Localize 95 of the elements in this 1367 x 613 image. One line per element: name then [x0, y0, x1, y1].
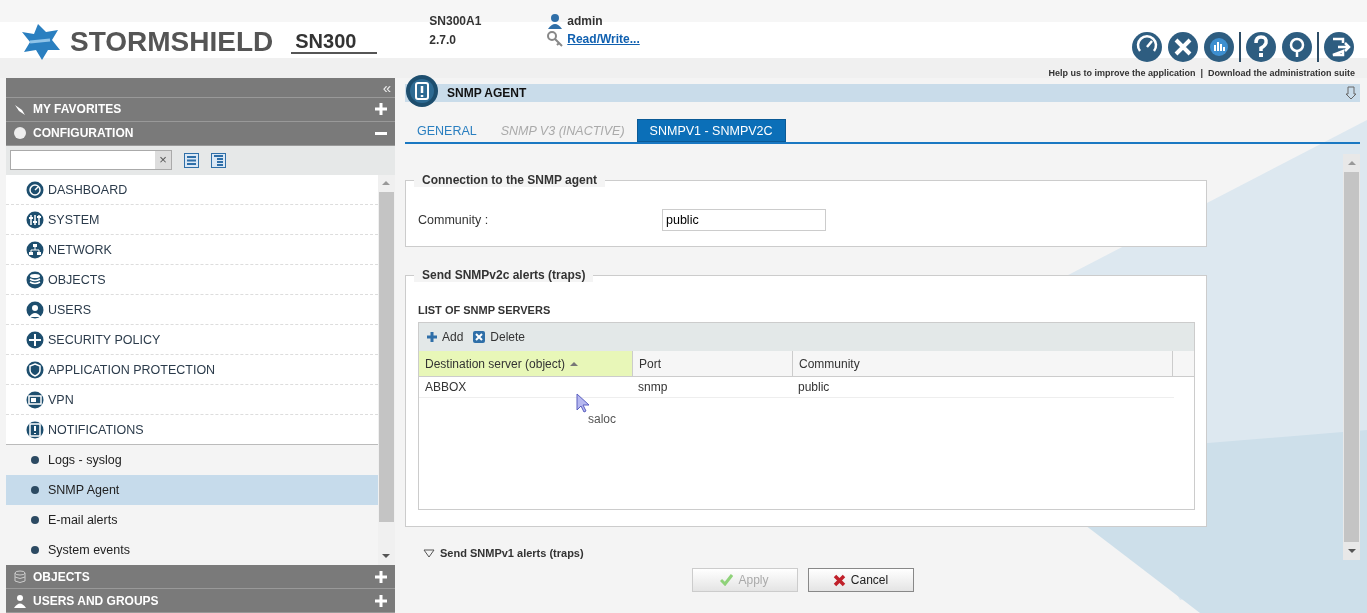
bullet-icon [31, 486, 39, 495]
scrollbar[interactable] [378, 175, 395, 566]
expand-icon[interactable] [374, 103, 388, 116]
expand-icon[interactable] [374, 570, 388, 583]
column-header[interactable]: Destination server (object) [419, 351, 633, 377]
database-icon [13, 569, 27, 584]
gauge-icon[interactable] [1131, 31, 1163, 63]
check-icon [720, 574, 734, 586]
sort-icon [570, 360, 579, 367]
expand-icon[interactable] [374, 594, 388, 607]
menu-item[interactable]: Logs - syslog [6, 445, 378, 476]
filter-field[interactable]: × [10, 150, 172, 171]
tree-view-icon[interactable] [211, 152, 226, 168]
collapsed-icon [423, 549, 435, 558]
circle-icon [13, 126, 27, 141]
cursor-icon [576, 393, 590, 414]
delete-button[interactable]: Delete [473, 330, 526, 345]
help-link[interactable]: Help us to improve the application [1048, 68, 1196, 78]
link-separator: | [1200, 68, 1203, 78]
menu-item[interactable]: VPN [6, 385, 378, 416]
section-toggle[interactable]: Send SNMPv1 alerts (traps) [405, 547, 1207, 560]
scroll-thumb[interactable] [1344, 172, 1359, 542]
shield-icon [26, 360, 44, 379]
fieldset-legend: Send SNMPv2c alerts (traps) [414, 268, 594, 283]
notification-icon [405, 74, 439, 108]
section-label: OBJECTS [33, 569, 91, 584]
key-icon [547, 31, 564, 47]
field-label: Community : [418, 213, 490, 227]
table-cell-text: public [797, 379, 831, 397]
tab[interactable]: SNMPV1 - SNMPV2C [636, 119, 786, 142]
page-title: SNMP AGENT [447, 86, 527, 100]
brand-name: STORMSHIELD [70, 26, 274, 58]
section-header[interactable]: OBJECTS [6, 565, 395, 590]
scroll-down-icon[interactable] [1346, 548, 1357, 554]
bullet-icon [31, 516, 39, 525]
gauge-icon [26, 180, 44, 199]
list-title: LIST OF SNMP SERVERS [418, 304, 552, 317]
list-view-icon[interactable] [184, 152, 199, 168]
menu-item[interactable]: SYSTEM [6, 205, 378, 236]
network-icon [26, 240, 44, 259]
download-link[interactable]: Download the administration suite [1208, 68, 1355, 78]
cancel-button[interactable]: Cancel [807, 568, 914, 592]
logout-icon[interactable] [1323, 31, 1355, 63]
serial-number: SN300A1 [429, 14, 483, 28]
scroll-up-icon[interactable] [1346, 160, 1357, 166]
section-header[interactable]: USERS AND GROUPS [6, 589, 395, 613]
menu-item[interactable]: E-mail alerts [6, 505, 378, 536]
section-label: USERS AND GROUPS [33, 593, 160, 608]
bullet-icon [31, 456, 39, 465]
section-label: CONFIGURATION [33, 126, 135, 141]
tools-icon[interactable] [1167, 31, 1199, 63]
menu-item[interactable]: APPLICATION PROTECTION [6, 355, 378, 386]
firmware-version: 2.7.0 [429, 33, 457, 47]
column-header[interactable]: Community [793, 351, 1173, 377]
section-header[interactable]: CONFIGURATION [6, 121, 395, 146]
person-icon [26, 300, 44, 319]
section-label: MY FAVORITES [33, 102, 123, 117]
collapse-button[interactable]: « [382, 79, 391, 95]
access-link[interactable]: Read/Write... [567, 32, 640, 46]
section-header[interactable]: MY FAVORITES [6, 97, 395, 122]
model-name: SN300 [291, 30, 378, 54]
user-icon [547, 13, 564, 29]
scrollbar[interactable] [1343, 154, 1360, 560]
menu-item[interactable]: USERS [6, 295, 378, 326]
chart-icon[interactable] [1203, 31, 1235, 63]
menu-item[interactable]: System events [6, 535, 378, 566]
alert-icon [26, 420, 44, 439]
tab[interactable]: GENERAL [405, 119, 489, 142]
help-icon[interactable] [1245, 31, 1277, 63]
plus-icon [427, 332, 437, 343]
user-name: admin [567, 14, 603, 28]
column-header[interactable]: Port [633, 351, 793, 377]
database-icon [26, 270, 44, 289]
scroll-thumb[interactable] [379, 192, 394, 523]
scroll-up-icon[interactable] [381, 180, 391, 187]
cross-icon [832, 573, 846, 587]
table-cell-text: snmp [637, 379, 669, 397]
fieldset-legend: Connection to the SNMP agent [414, 173, 606, 187]
add-button[interactable]: Add [427, 330, 464, 345]
device-icon [26, 390, 44, 409]
bullet-icon [31, 546, 39, 555]
scroll-down-icon[interactable] [381, 553, 391, 560]
logo-icon [20, 22, 62, 62]
menu-item[interactable]: OBJECTS [6, 265, 378, 296]
person-icon [13, 593, 27, 608]
menu-item[interactable]: NETWORK [6, 235, 378, 266]
clear-button[interactable]: × [155, 151, 171, 170]
delete-icon [473, 331, 486, 344]
menu-item[interactable]: SECURITY POLICY [6, 325, 378, 356]
menu-item[interactable]: SNMP Agent [6, 475, 378, 506]
hover-text: saloc [588, 413, 616, 427]
community-field[interactable]: public [662, 209, 826, 231]
sliders-icon [26, 210, 44, 229]
menu-item[interactable]: DASHBOARD [6, 175, 378, 206]
table-cell-text: ABBOX [424, 379, 468, 397]
